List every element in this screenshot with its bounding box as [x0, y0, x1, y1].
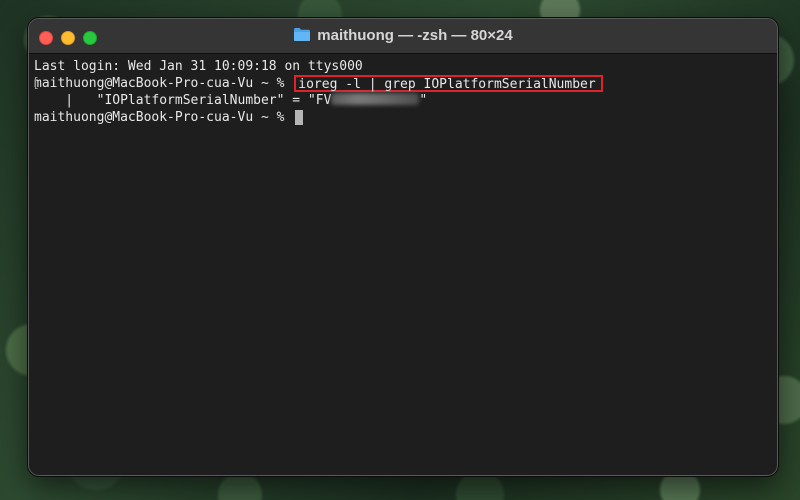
minimize-icon[interactable]	[61, 31, 75, 45]
output-close-quote: "	[419, 93, 428, 108]
close-icon[interactable]	[39, 31, 53, 45]
output-line: | "IOPlatformSerialNumber" = "FV "	[34, 92, 777, 109]
prompt-text: maithuong@MacBook-Pro-cua-Vu ~ %	[34, 76, 293, 91]
command-line: [maithuong@MacBook-Pro-cua-Vu ~ % ioreg …	[32, 75, 777, 92]
window-title: maithuong — -zsh — 80×24	[29, 19, 777, 53]
terminal-window: maithuong — -zsh — 80×24 Last login: Wed…	[28, 18, 778, 476]
terminal-content[interactable]: Last login: Wed Jan 31 10:09:18 on ttys0…	[29, 54, 777, 475]
folder-icon	[294, 28, 311, 42]
output-text: | "IOPlatformSerialNumber" = "FV	[34, 93, 332, 108]
current-prompt-line: maithuong@MacBook-Pro-cua-Vu ~ %	[34, 109, 777, 126]
window-title-text: maithuong — -zsh — 80×24	[317, 27, 513, 45]
redacted-serial	[331, 93, 420, 105]
text-cursor	[295, 110, 304, 125]
highlighted-command: ioreg -l | grep IOPlatformSerialNumber	[294, 75, 603, 92]
mark-left: [	[32, 76, 40, 91]
current-prompt: maithuong@MacBook-Pro-cua-Vu ~ %	[34, 110, 293, 125]
maximize-icon[interactable]	[83, 31, 97, 45]
title-bar[interactable]: maithuong — -zsh — 80×24	[29, 19, 777, 54]
window-controls	[39, 30, 105, 45]
login-line: Last login: Wed Jan 31 10:09:18 on ttys0…	[34, 59, 363, 74]
mark-right: ]	[776, 75, 777, 92]
